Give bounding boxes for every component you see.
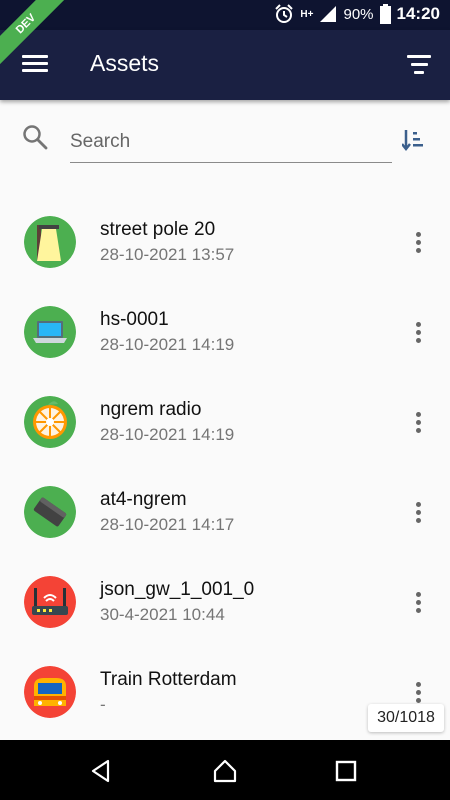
sort-icon[interactable] xyxy=(402,128,424,152)
list-item[interactable]: hs-0001 28-10-2021 14:19 xyxy=(0,280,450,370)
asset-name: hs-0001 xyxy=(100,309,169,330)
more-options-icon[interactable] xyxy=(414,412,422,434)
asset-date: 28-10-2021 14:17 xyxy=(100,515,235,534)
network-type: H+ xyxy=(300,8,314,20)
asset-date: 28-10-2021 14:19 xyxy=(100,425,235,444)
asset-date: 30-4-2021 10:44 xyxy=(100,605,225,624)
orange-slice-icon xyxy=(24,396,76,448)
train-icon xyxy=(24,666,76,718)
more-options-icon[interactable] xyxy=(414,592,422,614)
filter-button[interactable] xyxy=(406,55,432,75)
home-icon[interactable] xyxy=(212,758,238,784)
gateway-device-icon xyxy=(24,486,76,538)
asset-date: - xyxy=(100,695,106,714)
asset-list: street pole 20 28-10-2021 13:57 hs-0001 … xyxy=(0,190,450,740)
battery-icon xyxy=(379,4,391,24)
list-item[interactable]: street pole 20 28-10-2021 13:57 xyxy=(0,190,450,280)
more-options-icon[interactable] xyxy=(414,232,422,254)
street-pole-icon xyxy=(24,216,76,268)
clock: 14:20 xyxy=(396,4,440,23)
search-icon xyxy=(23,125,48,150)
list-item[interactable]: json_gw_1_001_0 30-4-2021 10:44 xyxy=(0,550,450,640)
laptop-icon xyxy=(24,306,76,358)
more-options-icon[interactable] xyxy=(414,502,422,524)
filter-icon xyxy=(407,55,431,58)
menu-button[interactable] xyxy=(22,52,48,78)
more-options-icon[interactable] xyxy=(414,682,422,704)
battery-percent: 90% xyxy=(343,5,374,23)
more-options-icon[interactable] xyxy=(414,322,422,344)
asset-date: 28-10-2021 14:19 xyxy=(100,335,235,354)
asset-name: Train Rotterdam xyxy=(100,669,237,690)
pagination-counter: 30/1018 xyxy=(368,704,444,732)
list-item[interactable]: ngrem radio 28-10-2021 14:19 xyxy=(0,370,450,460)
signal-icon xyxy=(320,6,337,22)
asset-name: at4-ngrem xyxy=(100,489,187,510)
asset-name: ngrem radio xyxy=(100,399,202,420)
recent-apps-icon[interactable] xyxy=(333,758,359,784)
status-icons: H+ 90% 14:20 xyxy=(274,4,440,24)
asset-date: 28-10-2021 13:57 xyxy=(100,245,235,264)
menu-icon xyxy=(22,55,48,58)
asset-name: json_gw_1_001_0 xyxy=(100,579,255,600)
alarm-icon xyxy=(275,4,294,23)
search-input[interactable] xyxy=(70,122,392,163)
page-title: Assets xyxy=(90,50,160,76)
navigation-bar xyxy=(0,740,450,800)
app-bar: Assets xyxy=(0,30,450,100)
back-icon[interactable] xyxy=(88,758,114,784)
list-item[interactable]: at4-ngrem 28-10-2021 14:17 xyxy=(0,460,450,550)
asset-name: street pole 20 xyxy=(100,219,216,240)
router-icon xyxy=(24,576,76,628)
status-bar: H+ 90% 14:20 xyxy=(0,0,450,30)
search-bar xyxy=(0,110,450,190)
